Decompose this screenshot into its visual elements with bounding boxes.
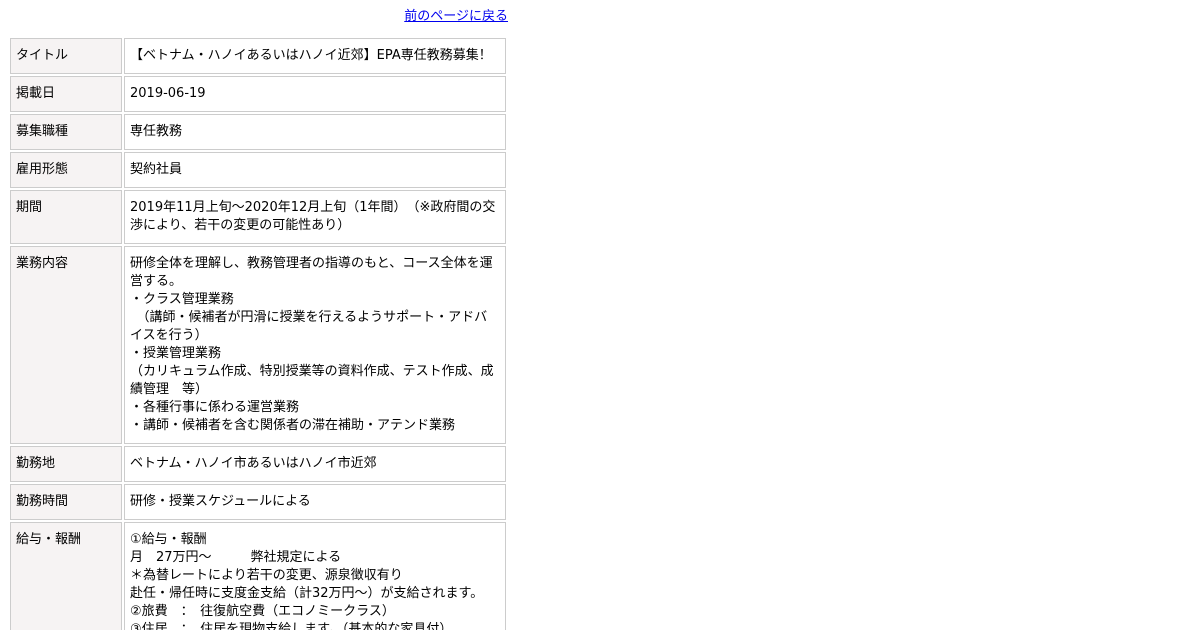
job-detail-table: タイトル 【ベトナム・ハノイあるいはハノイ近郊】EPA専任教務募集！ 掲載日 2…: [8, 36, 508, 630]
row-value-salary: ①給与・報酬 月 27万円～ 弊社規定による ＊為替レートにより若干の変更、源泉…: [124, 522, 506, 630]
row-value-location: ベトナム・ハノイ市あるいはハノイ市近郊: [124, 446, 506, 482]
row-value-working-hours: 研修・授業スケジュールによる: [124, 484, 506, 520]
job-detail-page: 前のページに戻る タイトル 【ベトナム・ハノイあるいはハノイ近郊】EPA専任教務…: [0, 0, 1200, 630]
table-row: 勤務地 ベトナム・ハノイ市あるいはハノイ市近郊: [10, 446, 506, 482]
table-row: 掲載日 2019-06-19: [10, 76, 506, 112]
table-row: 募集職種 専任教務: [10, 114, 506, 150]
back-to-previous-page-link[interactable]: 前のページに戻る: [404, 9, 508, 24]
row-label-posted-date: 掲載日: [10, 76, 122, 112]
row-label-duties: 業務内容: [10, 246, 122, 444]
table-row: タイトル 【ベトナム・ハノイあるいはハノイ近郊】EPA専任教務募集！: [10, 38, 506, 74]
table-row: 雇用形態 契約社員: [10, 152, 506, 188]
row-value-period: 2019年11月上旬～2020年12月上旬（1年間） （※政府間の交渉により、若…: [124, 190, 506, 244]
row-value-title: 【ベトナム・ハノイあるいはハノイ近郊】EPA専任教務募集！: [124, 38, 506, 74]
table-row: 期間 2019年11月上旬～2020年12月上旬（1年間） （※政府間の交渉によ…: [10, 190, 506, 244]
table-row: 給与・報酬 ①給与・報酬 月 27万円～ 弊社規定による ＊為替レートにより若干…: [10, 522, 506, 630]
row-label-employment-type: 雇用形態: [10, 152, 122, 188]
table-row: 業務内容 研修全体を理解し、教務管理者の指導のもと、コース全体を運営する。 ・ク…: [10, 246, 506, 444]
row-value-posted-date: 2019-06-19: [124, 76, 506, 112]
row-value-job-type: 専任教務: [124, 114, 506, 150]
row-label-working-hours: 勤務時間: [10, 484, 122, 520]
table-row: 勤務時間 研修・授業スケジュールによる: [10, 484, 506, 520]
row-label-job-type: 募集職種: [10, 114, 122, 150]
row-label-location: 勤務地: [10, 446, 122, 482]
row-value-duties: 研修全体を理解し、教務管理者の指導のもと、コース全体を運営する。 ・クラス管理業…: [124, 246, 506, 444]
back-link-container: 前のページに戻る: [10, 8, 508, 26]
row-label-title: タイトル: [10, 38, 122, 74]
row-label-period: 期間: [10, 190, 122, 244]
row-value-employment-type: 契約社員: [124, 152, 506, 188]
row-label-salary: 給与・報酬: [10, 522, 122, 630]
